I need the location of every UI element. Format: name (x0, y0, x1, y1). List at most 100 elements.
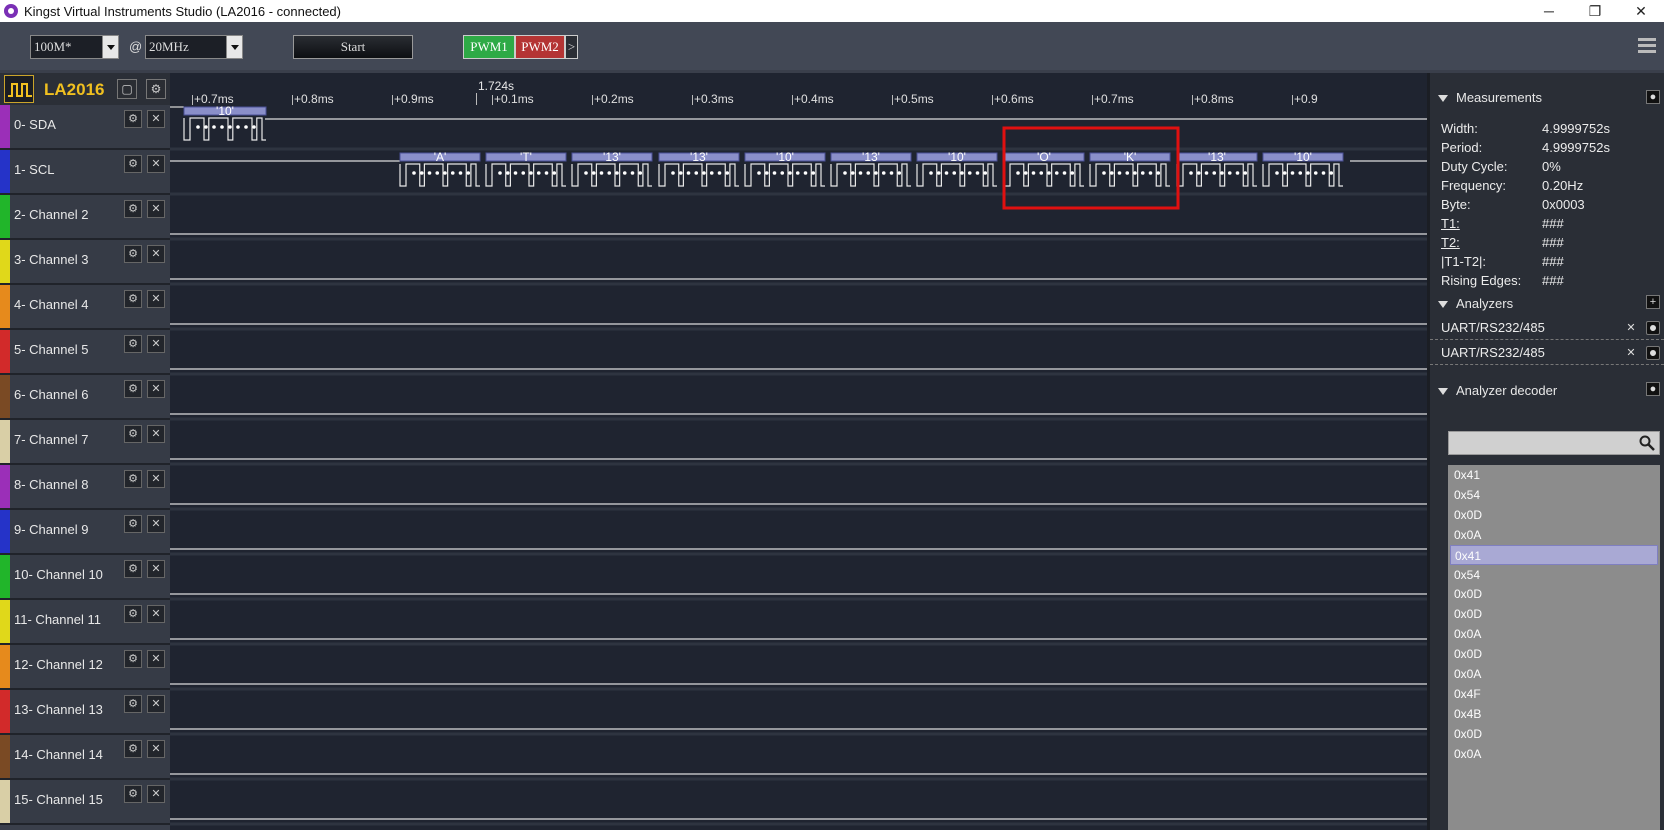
gear-icon[interactable]: ⚙ (124, 560, 142, 578)
add-analyzer-button[interactable]: + (1646, 295, 1660, 309)
decoder-search-input[interactable] (1448, 431, 1660, 455)
gear-icon[interactable]: ⚙ (124, 380, 142, 398)
gear-icon[interactable]: ⚙ (124, 110, 142, 128)
analyzer-item[interactable]: UART/RS232/485 ✕ (1430, 341, 1664, 365)
close-icon[interactable]: ✕ (147, 515, 165, 533)
decoder-list-item[interactable]: 0x4B (1450, 704, 1658, 724)
gear-icon[interactable]: ⚙ (124, 515, 142, 533)
gear-icon[interactable]: ⚙ (124, 200, 142, 218)
search-icon[interactable] (1639, 435, 1655, 451)
eye-icon[interactable]: ● (1646, 90, 1660, 104)
close-icon[interactable]: ✕ (147, 425, 165, 443)
close-icon[interactable]: ✕ (1624, 321, 1638, 335)
gear-icon[interactable]: ⚙ (124, 245, 142, 263)
scl-byte-text: 'T' (520, 150, 532, 164)
channel-row[interactable]: 3- Channel 3 ⚙ ✕ (0, 240, 170, 285)
gear-icon[interactable]: ⚙ (124, 470, 142, 488)
channel-row[interactable]: 7- Channel 7 ⚙ ✕ (0, 420, 170, 465)
close-icon[interactable]: ✕ (147, 785, 165, 803)
close-icon[interactable]: ✕ (147, 380, 165, 398)
close-icon[interactable]: ✕ (147, 650, 165, 668)
close-icon[interactable]: ✕ (147, 110, 165, 128)
pwm-more-button[interactable]: > (565, 35, 578, 59)
gear-icon[interactable]: ⚙ (124, 785, 142, 803)
measurement-label: T2: (1441, 235, 1460, 250)
channel-row[interactable]: 14- Channel 14 ⚙ ✕ (0, 735, 170, 780)
decoder-list-item[interactable]: 0x54 (1450, 565, 1658, 585)
channel-row[interactable]: 4- Channel 4 ⚙ ✕ (0, 285, 170, 330)
decoder-list-item[interactable]: 0x0D (1450, 604, 1658, 624)
chevron-down-icon[interactable] (102, 36, 118, 58)
channel-row[interactable]: 1- SCL ⚙ ✕ (0, 150, 170, 195)
close-icon[interactable]: ✕ (147, 200, 165, 218)
gear-icon[interactable]: ⚙ (146, 79, 166, 99)
start-button[interactable]: Start (293, 35, 413, 59)
decoder-list-item[interactable]: 0x0D (1450, 505, 1658, 525)
analyzers-header[interactable]: Analyzers (1438, 296, 1513, 314)
waveform-canvas[interactable]: '10' 'A' 'T' '13' '13' '10' '13' '10' 'O' 'K' '13'… (170, 73, 1427, 830)
channel-row[interactable]: 5- Channel 5 ⚙ ✕ (0, 330, 170, 375)
close-icon[interactable]: ✕ (147, 245, 165, 263)
analyzer-item[interactable]: UART/RS232/485 ✕ (1430, 316, 1664, 340)
gear-icon[interactable]: ⚙ (124, 425, 142, 443)
channel-row[interactable]: 6- Channel 6 ⚙ ✕ (0, 375, 170, 420)
eye-icon[interactable] (1646, 321, 1660, 335)
decoder-list-item[interactable]: 0x0A (1450, 624, 1658, 644)
close-icon[interactable]: ✕ (147, 560, 165, 578)
channel-row[interactable]: 13- Channel 13 ⚙ ✕ (0, 690, 170, 735)
eye-icon[interactable]: ● (1646, 382, 1660, 396)
channel-row[interactable]: 11- Channel 11 ⚙ ✕ (0, 600, 170, 645)
measurements-header[interactable]: Measurements (1438, 90, 1542, 108)
scl-byte-sample-dot (764, 171, 769, 175)
close-icon[interactable]: ✕ (147, 695, 165, 713)
decoder-list-item[interactable]: 0x0D (1450, 584, 1658, 604)
minimize-button[interactable]: ─ (1526, 0, 1572, 22)
decoder-list-item[interactable]: 0x41 (1450, 544, 1658, 565)
scl-byte-sample-dot (1062, 171, 1067, 175)
pwm2-button[interactable]: PWM2 (515, 35, 565, 59)
sample-rate-select[interactable]: 20MHz (145, 35, 243, 59)
window-icon[interactable]: ▢ (117, 79, 137, 99)
close-icon[interactable]: ✕ (147, 335, 165, 353)
close-icon[interactable]: ✕ (147, 605, 165, 623)
decoder-list[interactable]: 0x41 0x54 0x0D 0x0A 0x41 0x54 0x0D 0x0D 0x0A 0x0D… (1448, 465, 1660, 830)
decoder-list-item[interactable]: 0x0D (1450, 644, 1658, 664)
decoder-list-item[interactable]: 0x0A (1450, 664, 1658, 684)
pwm1-button[interactable]: PWM1 (463, 35, 515, 59)
channel-row[interactable]: 12- Channel 12 ⚙ ✕ (0, 645, 170, 690)
gear-icon[interactable]: ⚙ (124, 740, 142, 758)
gear-icon[interactable]: ⚙ (124, 650, 142, 668)
close-icon[interactable]: ✕ (147, 290, 165, 308)
gear-icon[interactable]: ⚙ (124, 155, 142, 173)
decoder-list-item[interactable]: 0x0D (1450, 724, 1658, 744)
channel-row[interactable]: 8- Channel 8 ⚙ ✕ (0, 465, 170, 510)
close-icon[interactable]: ✕ (147, 155, 165, 173)
channel-row[interactable]: 15- Channel 15 ⚙ ✕ (0, 780, 170, 825)
restore-button[interactable]: ❐ (1572, 0, 1618, 22)
close-icon[interactable]: ✕ (147, 740, 165, 758)
gear-icon[interactable]: ⚙ (124, 605, 142, 623)
waveform-area[interactable]: 1.724s +0.7ms +0.8ms +0.9ms +0.1ms +0.2ms +0.… (170, 73, 1427, 830)
gear-icon[interactable]: ⚙ (124, 695, 142, 713)
channel-row[interactable]: 9- Channel 9 ⚙ ✕ (0, 510, 170, 555)
close-icon[interactable]: ✕ (1624, 346, 1638, 360)
decoder-list-item[interactable]: 0x54 (1450, 485, 1658, 505)
decoder-list-item[interactable]: 0x0A (1450, 525, 1658, 545)
scl-byte-sample-dot (1306, 171, 1310, 175)
gear-icon[interactable]: ⚙ (124, 290, 142, 308)
decoder-list-item[interactable]: 0x41 (1450, 465, 1658, 485)
chevron-down-icon[interactable] (226, 36, 242, 58)
decoder-header[interactable]: Analyzer decoder (1438, 383, 1557, 401)
close-icon[interactable]: ✕ (147, 470, 165, 488)
decoder-list-item[interactable]: 0x0A (1450, 744, 1658, 764)
gear-icon[interactable]: ⚙ (124, 335, 142, 353)
sample-depth-select[interactable]: 100M* (30, 35, 119, 59)
eye-icon[interactable] (1646, 346, 1660, 360)
hamburger-menu-icon[interactable] (1638, 38, 1656, 54)
channel-row[interactable]: 0- SDA ⚙ ✕ (0, 105, 170, 150)
decoder-list-item[interactable]: 0x4F (1450, 684, 1658, 704)
channel-row[interactable]: 2- Channel 2 ⚙ ✕ (0, 195, 170, 240)
channel-row[interactable]: 10- Channel 10 ⚙ ✕ (0, 555, 170, 600)
scl-byte-sample-dot (1133, 171, 1137, 175)
close-button[interactable]: ✕ (1618, 0, 1664, 22)
